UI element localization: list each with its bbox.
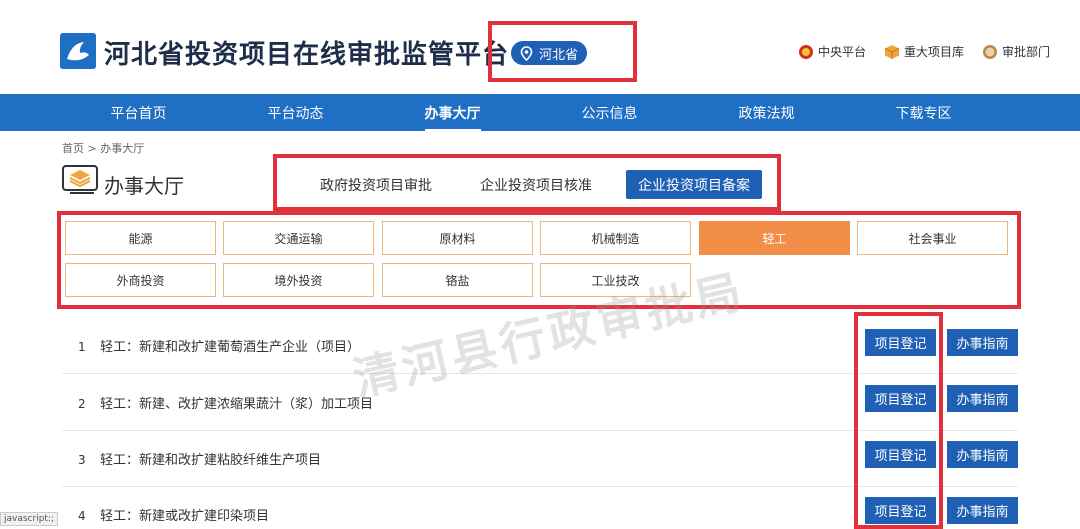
row-title[interactable]: 轻工：新建、改扩建浓缩果蔬汁（浆）加工项目 — [100, 393, 373, 412]
link-approval-departments[interactable]: 审批部门 — [982, 43, 1050, 60]
row-title[interactable]: 轻工：新建或改扩建印染项目 — [100, 505, 269, 524]
layers-icon — [62, 165, 98, 194]
link-major-projects[interactable]: 重大项目库 — [884, 43, 964, 60]
top-links: 中央平台 重大项目库 审批部门 — [798, 43, 1050, 60]
row-number: 2 — [78, 397, 86, 411]
tab-enterprise-filing[interactable]: 企业投资项目备案 — [626, 170, 762, 199]
category-energy[interactable]: 能源 — [65, 221, 216, 255]
guide-button[interactable]: 办事指南 — [947, 329, 1018, 356]
tab-enterprise-approval[interactable]: 企业投资项目核准 — [466, 170, 606, 199]
site-title[interactable]: 河北省投资项目在线审批监管平台 — [104, 34, 509, 71]
row-title[interactable]: 轻工：新建和改扩建葡萄酒生产企业（项目） — [100, 336, 360, 355]
category-social-affairs[interactable]: 社会事业 — [857, 221, 1008, 255]
row-title[interactable]: 轻工：新建和改扩建粘胶纤维生产项目 — [100, 449, 321, 468]
nav-item-service-hall[interactable]: 办事大厅 — [374, 94, 531, 132]
service-tabs: 政府投资项目审批 企业投资项目核准 企业投资项目备案 — [306, 170, 762, 199]
highlight-register-buttons-box — [854, 312, 943, 529]
category-chromium-salt[interactable]: 铬盐 — [382, 263, 533, 297]
row-number: 3 — [78, 453, 86, 467]
nav-item-home[interactable]: 平台首页 — [60, 94, 217, 131]
guide-button[interactable]: 办事指南 — [947, 385, 1018, 412]
breadcrumb[interactable]: 首页 > 办事大厅 — [62, 140, 144, 156]
link-major-projects-label: 重大项目库 — [903, 45, 964, 59]
guide-button[interactable]: 办事指南 — [947, 497, 1018, 524]
category-overseas-investment[interactable]: 境外投资 — [223, 263, 374, 297]
emblem-icon — [798, 44, 813, 59]
category-foreign-investment[interactable]: 外商投资 — [65, 263, 216, 297]
section-title: 办事大厅 — [104, 174, 184, 198]
row-number: 4 — [78, 509, 86, 523]
status-bar-url: javascript:; — [0, 512, 59, 526]
cube-icon — [884, 44, 900, 59]
category-transport[interactable]: 交通运输 — [223, 221, 374, 255]
guide-button[interactable]: 办事指南 — [947, 441, 1018, 468]
link-approval-departments-label: 审批部门 — [1001, 45, 1050, 59]
nav-item-public-info[interactable]: 公示信息 — [531, 94, 688, 131]
link-central-platform-label: 中央平台 — [817, 45, 866, 59]
link-central-platform[interactable]: 中央平台 — [798, 43, 866, 60]
category-machinery[interactable]: 机械制造 — [540, 221, 691, 255]
category-raw-materials[interactable]: 原材料 — [382, 221, 533, 255]
nav-item-downloads[interactable]: 下载专区 — [845, 94, 1002, 131]
row-number: 1 — [78, 340, 86, 354]
badge-icon — [982, 44, 997, 59]
nav-item-news[interactable]: 平台动态 — [217, 94, 374, 131]
highlight-region-box — [488, 21, 637, 82]
nav-item-policies[interactable]: 政策法规 — [688, 94, 845, 131]
platform-logo-icon[interactable] — [60, 33, 96, 69]
category-light-industry[interactable]: 轻工 — [699, 221, 850, 255]
main-nav: 平台首页 平台动态 办事大厅 公示信息 政策法规 下载专区 — [0, 94, 1080, 132]
tab-government-investment[interactable]: 政府投资项目审批 — [306, 170, 446, 199]
